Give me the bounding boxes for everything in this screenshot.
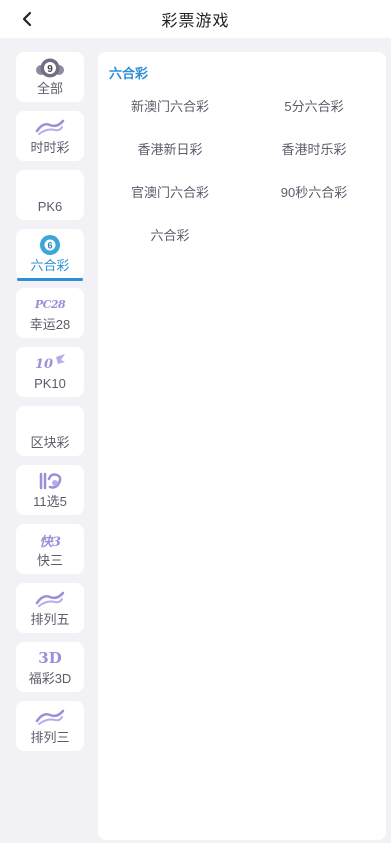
game-item[interactable]: 90秒六合彩 [242,180,386,202]
sidebar-item-label: 排列五 [30,612,70,627]
shishicai-logo-icon [16,116,84,138]
pk10-logo-icon: 10 [16,352,84,374]
game-item[interactable]: 5分六合彩 [242,94,386,116]
lottery-ball-9-icon: 9 [16,57,84,79]
top-bar: 彩票游戏 [0,0,391,38]
svg-text:6: 6 [47,241,52,251]
games-panel: 六合彩 新澳门六合彩 5分六合彩 香港新日彩 香港时乐彩 官澳门六合彩 90秒六… [98,52,386,840]
sidebar-item-qukuaicai[interactable]: 区块彩 [16,406,84,456]
sidebar-item-pk10[interactable]: 10 PK10 [16,347,84,397]
pailie-logo-icon [16,588,84,610]
sidebar-item-label: 排列三 [30,730,70,745]
game-item[interactable]: 六合彩 [98,223,242,245]
sidebar-item-pk6[interactable]: PK6 [16,170,84,220]
sidebar-item-pailiewu[interactable]: 排列五 [16,583,84,633]
sidebar-item-kuaisan[interactable]: 快3 快三 [16,524,84,574]
sidebar-item-11x5[interactable]: 11选5 [16,465,84,515]
game-item[interactable]: 新澳门六合彩 [98,94,242,116]
chevron-left-icon [22,11,32,27]
sidebar-item-fucai3d[interactable]: 3D 福彩3D [16,642,84,692]
pc28-logo-icon: PC28 [34,297,66,311]
liuhecai-ball-icon: 6 [16,234,84,256]
page-title: 彩票游戏 [161,13,230,30]
sidebar-item-label: PK10 [34,376,66,391]
back-button[interactable] [14,6,40,32]
svg-text:9: 9 [47,64,53,75]
sidebar-item-liuhecai[interactable]: 6 六合彩 [16,229,84,281]
sidebar-item-label: 六合彩 [30,258,70,273]
pailie-logo-icon [16,706,84,728]
sidebar-item-shishicai[interactable]: 时时彩 [16,111,84,161]
sidebar-item-pailiesan[interactable]: 排列三 [16,701,84,751]
section-title: 六合彩 [109,66,149,81]
sidebar-item-xingyun28[interactable]: PC28 幸运28 [16,288,84,338]
kuai3-logo-icon: 快3 [39,534,61,550]
sidebar-item-label: PK6 [37,199,63,214]
sidebar-item-label: 区块彩 [30,435,70,450]
sidebar-item-label: 11选5 [33,494,67,509]
active-indicator [17,278,83,281]
game-item[interactable]: 官澳门六合彩 [98,180,242,202]
3d-logo-icon: 3D [38,649,62,667]
sidebar-item-label: 时时彩 [30,140,70,155]
sidebar-item-label: 幸运28 [29,317,71,332]
sidebar-item-all[interactable]: 9 全部 [16,52,84,102]
sidebar-item-label: 全部 [36,81,63,96]
sidebar-item-label: 福彩3D [28,671,72,686]
svg-text:10: 10 [35,357,53,372]
game-item[interactable]: 香港新日彩 [98,137,242,159]
11x5-logo-icon [16,470,84,492]
game-item[interactable]: 香港时乐彩 [242,137,386,159]
sidebar-item-label: 快三 [36,553,63,568]
